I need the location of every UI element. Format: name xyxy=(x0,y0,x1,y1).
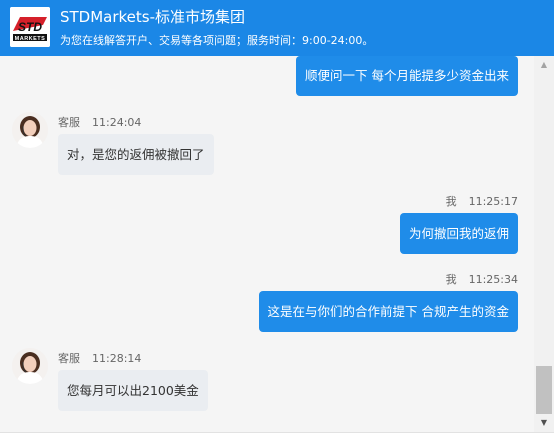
scroll-down-arrow-icon[interactable]: ▼ xyxy=(534,416,554,430)
chat-header: STD MARKETS STDMarkets-标准市场集团 为您在线解答开户、交… xyxy=(0,0,554,56)
message-meta: 客服 11:28:14 xyxy=(58,350,141,366)
message-bubble-incoming: 您每月可以出2100美金 xyxy=(58,370,208,411)
scroll-thumb[interactable] xyxy=(536,366,552,414)
message-bubble-incoming: 对，是您的返佣被撤回了 xyxy=(58,134,214,175)
svg-text:MARKETS: MARKETS xyxy=(15,36,46,42)
message-meta: 我 11:25:17 xyxy=(446,193,518,209)
svg-text:STD: STD xyxy=(18,20,42,34)
chat-scrollbar[interactable]: ▲ ▼ xyxy=(534,56,554,432)
sender-name: 客服 xyxy=(58,352,80,365)
header-title: STDMarkets-标准市场集团 xyxy=(60,8,246,26)
message-bubble-outgoing: 为何撤回我的返佣 xyxy=(399,213,518,254)
message-time: 11:28:14 xyxy=(92,352,142,365)
message-time: 11:24:04 xyxy=(92,116,142,129)
message-meta: 我 11:25:34 xyxy=(446,271,518,287)
chat-message-list[interactable]: 顺便问一下 每个月能提多少资金出来 客服 11:24:04 对，是您的返佣被撤回了… xyxy=(0,56,534,432)
message-bubble-outgoing: 顺便问一下 每个月能提多少资金出来 xyxy=(296,56,518,96)
agent-avatar xyxy=(12,112,48,148)
message-meta: 客服 11:24:04 xyxy=(58,114,141,130)
sender-name: 客服 xyxy=(58,116,80,129)
sender-name: 我 xyxy=(445,195,457,208)
chat-input-area[interactable] xyxy=(0,432,554,444)
sender-name: 我 xyxy=(445,273,457,286)
agent-avatar xyxy=(12,348,48,384)
scroll-up-arrow-icon[interactable]: ▲ xyxy=(534,58,554,72)
std-markets-logo: STD MARKETS xyxy=(10,7,50,47)
message-time: 11:25:17 xyxy=(468,195,518,208)
message-time: 11:25:34 xyxy=(468,273,518,286)
header-subtitle: 为您在线解答开户、交易等各项问题；服务时间：9:00-24:00。 xyxy=(60,34,374,47)
message-bubble-outgoing: 这是在与你们的合作前提下 合规产生的资金 xyxy=(258,291,518,332)
